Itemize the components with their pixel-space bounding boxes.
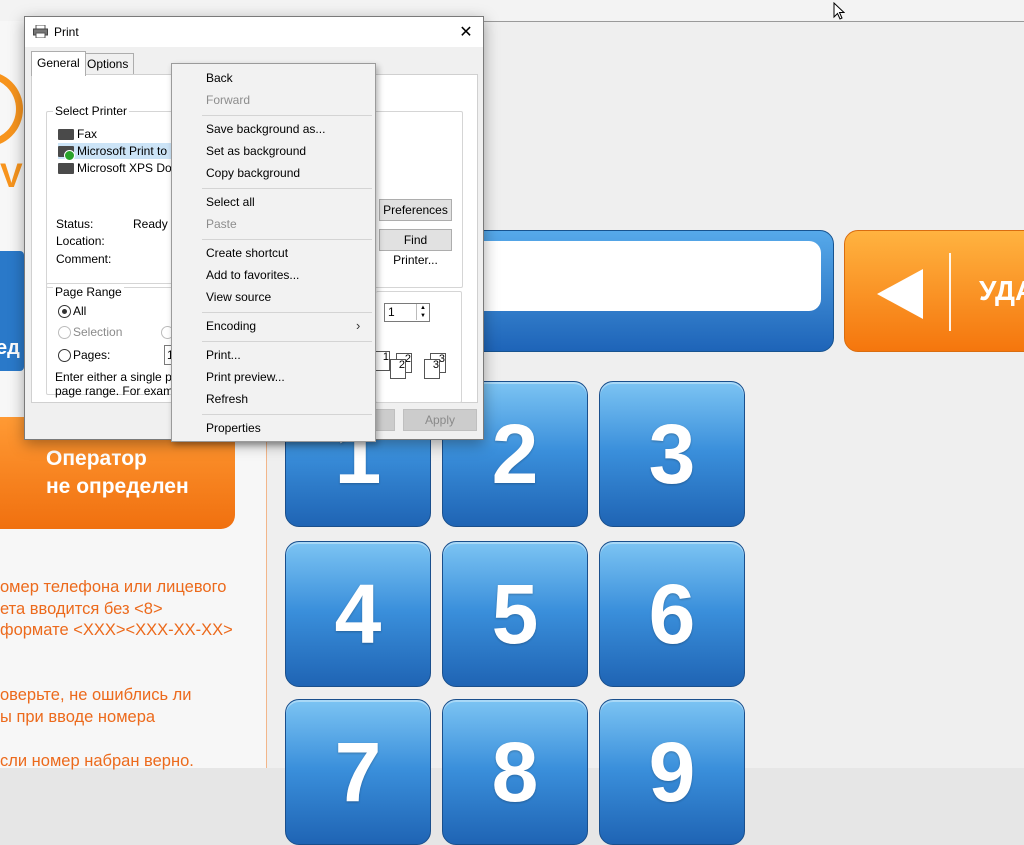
key-label: 4 <box>334 567 382 661</box>
menu-item-copy-background[interactable]: Copy background <box>206 162 300 184</box>
select-printer-label: Select Printer <box>53 104 130 118</box>
dialog-title: Print <box>54 25 79 39</box>
fax-icon <box>58 129 74 141</box>
printer-icon <box>58 163 74 175</box>
logo-arc <box>0 71 23 147</box>
printer-name: Microsoft Print to <box>77 144 168 158</box>
menu-item-properties[interactable]: Properties <box>206 417 261 439</box>
radio-selection-label: Selection <box>73 325 123 339</box>
copies-value: 1 <box>388 305 395 319</box>
collate-page-icon: 1 <box>374 351 390 371</box>
menu-item-refresh[interactable]: Refresh <box>206 388 248 410</box>
menu-item-print[interactable]: Print... <box>206 344 241 366</box>
tab-general[interactable]: General <box>31 51 86 76</box>
menu-item-add-to-favorites[interactable]: Add to favorites... <box>206 264 299 286</box>
printer-item-xps[interactable]: Microsoft XPS Doc <box>58 160 178 176</box>
status-value: Ready <box>133 217 168 231</box>
hint-text-3: сли номер набран верно. <box>0 752 194 770</box>
key-label: 5 <box>491 567 539 661</box>
key-label: 9 <box>648 725 696 819</box>
key-label: 3 <box>648 407 696 501</box>
hint-text-2: оверьте, не ошиблись ли ы при вводе номе… <box>0 686 192 726</box>
phone-input-field[interactable] <box>481 241 821 311</box>
printer-icon <box>33 25 48 38</box>
spin-down-icon[interactable]: ▼ <box>416 312 429 320</box>
delete-button[interactable]: УДА <box>844 230 1024 352</box>
menu-item-encoding[interactable]: Encoding <box>206 315 256 337</box>
operator-line1: Оператор <box>46 447 147 470</box>
copies-spinner[interactable]: 1 ▲ ▼ <box>384 303 430 322</box>
apply-button[interactable]: Apply <box>403 409 477 431</box>
find-printer-button[interactable]: Find Printer... <box>379 229 452 267</box>
tab-options[interactable]: Options <box>81 53 135 74</box>
radio-pages-label: Pages: <box>73 348 111 362</box>
context-menu: Back Forward Save background as... Set a… <box>171 63 376 442</box>
comment-label: Comment: <box>56 252 112 266</box>
delete-separator <box>949 253 951 331</box>
menu-item-back[interactable]: Back <box>206 67 233 89</box>
location-label: Location: <box>56 234 105 248</box>
printer-name: Fax <box>77 127 98 141</box>
dialog-titlebar: Print ✕ <box>25 17 483 47</box>
menu-item-create-shortcut[interactable]: Create shortcut <box>206 242 288 264</box>
mouse-cursor-icon <box>833 2 845 20</box>
page-range-label: Page Range <box>53 285 124 299</box>
keypad-key-5[interactable]: 5 <box>442 541 588 687</box>
menu-item-view-source[interactable]: View source <box>206 286 271 308</box>
radio-all[interactable] <box>58 305 71 318</box>
printer-name: Microsoft XPS Doc <box>77 161 178 175</box>
collate-page-icon: 3 <box>424 359 440 379</box>
menu-separator <box>202 115 372 116</box>
key-label: 8 <box>491 725 539 819</box>
menu-item-paste[interactable]: Paste <box>206 213 237 235</box>
keypad-key-4[interactable]: 4 <box>285 541 431 687</box>
radio-selection[interactable] <box>58 326 71 339</box>
menu-item-select-all[interactable]: Select all <box>206 191 255 213</box>
preferences-button[interactable]: Preferences <box>379 199 452 221</box>
keypad-key-7[interactable]: 7 <box>285 699 431 845</box>
menu-item-print-preview[interactable]: Print preview... <box>206 366 285 388</box>
radio-all-label: All <box>73 304 87 318</box>
spin-up-icon[interactable]: ▲ <box>416 304 429 312</box>
collate-page-icon: 2 <box>390 359 406 379</box>
menu-item-save-background[interactable]: Save background as... <box>206 118 325 140</box>
left-box-label: ед <box>0 337 20 359</box>
menu-separator <box>202 239 372 240</box>
menu-separator <box>202 414 372 415</box>
menu-separator <box>202 312 372 313</box>
operator-line2: не определен <box>46 475 189 498</box>
keypad-key-8[interactable]: 8 <box>442 699 588 845</box>
key-label: 7 <box>334 725 382 819</box>
printer-item-fax[interactable]: Fax <box>58 126 97 142</box>
backspace-arrow-icon <box>877 269 923 319</box>
left-number-box: ед <box>0 251 24 371</box>
menu-separator <box>202 188 372 189</box>
submenu-arrow-icon: › <box>356 318 361 333</box>
radio-pages[interactable] <box>58 349 71 362</box>
phone-input-bar <box>470 230 834 352</box>
hint-text-1: омер телефона или лицевого ета вводится … <box>0 578 233 639</box>
printer-item-print-to-pdf[interactable]: Microsoft Print to <box>58 143 180 162</box>
menu-item-forward[interactable]: Forward <box>206 89 250 111</box>
keypad-key-6[interactable]: 6 <box>599 541 745 687</box>
key-label: 6 <box>648 567 696 661</box>
menu-item-set-background[interactable]: Set as background <box>206 140 306 162</box>
menu-separator <box>202 341 372 342</box>
cancel-button-partial[interactable] <box>373 409 395 431</box>
delete-label: УДА <box>979 275 1024 306</box>
page-range-hint-2: page range. For example <box>55 384 190 398</box>
keypad-key-9[interactable]: 9 <box>599 699 745 845</box>
status-label: Status: <box>56 217 94 231</box>
close-icon[interactable]: ✕ <box>457 22 475 42</box>
printer-icon <box>58 146 75 162</box>
keypad-key-3[interactable]: 3 <box>599 381 745 527</box>
